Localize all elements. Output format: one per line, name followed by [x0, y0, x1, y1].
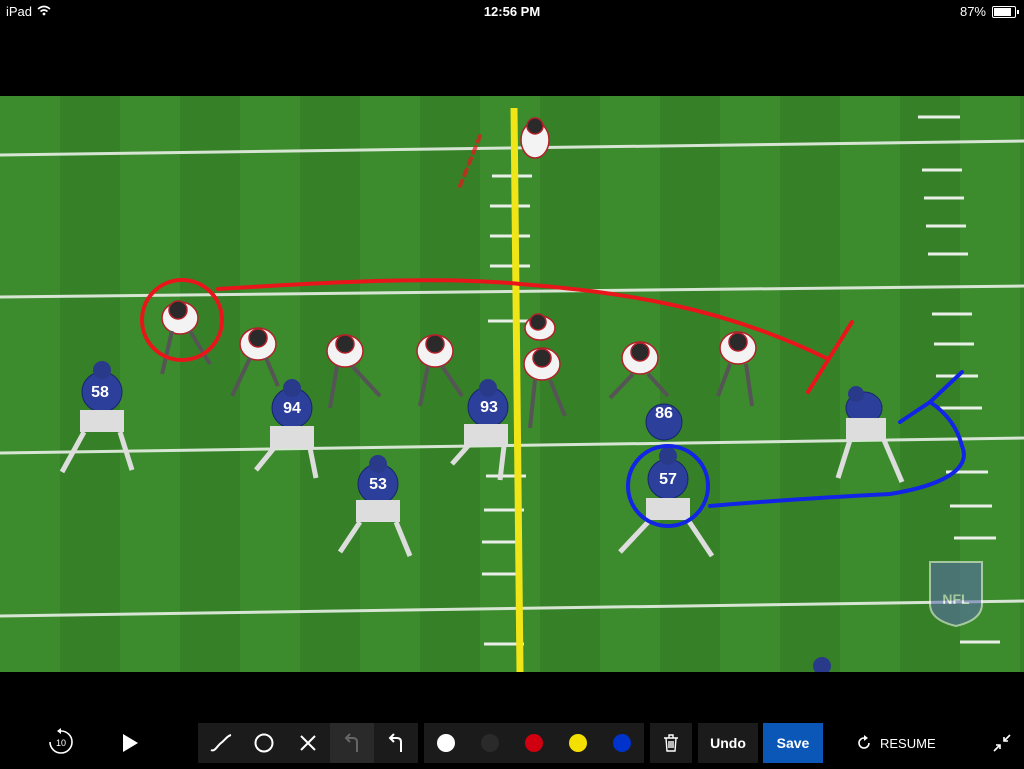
jersey-number: 94 [283, 400, 301, 417]
video-frame[interactable]: 58 94 93 53 57 86 NFL [0, 96, 1024, 672]
color-white-button[interactable] [424, 723, 468, 763]
color-swatch [481, 734, 499, 752]
undo-arrow-icon [388, 733, 402, 752]
svg-text:NFL: NFL [942, 591, 970, 607]
clock: 12:56 PM [483, 4, 541, 19]
color-swatch [437, 734, 455, 752]
refresh-icon [858, 735, 870, 749]
color-yellow-button[interactable] [556, 723, 600, 763]
circle-icon [254, 733, 274, 753]
return-arrow-icon [344, 733, 358, 752]
svg-text:10: 10 [56, 738, 66, 748]
arrow-tool-button[interactable] [330, 723, 374, 763]
color-swatch [569, 734, 587, 752]
circle-tool-button[interactable] [242, 723, 286, 763]
resume-button[interactable]: RESUME [856, 723, 936, 763]
play-icon [123, 734, 138, 752]
undo-arrow-tool-button[interactable] [374, 723, 418, 763]
jersey-number: 57 [659, 471, 677, 488]
rewind-10-button[interactable]: 10 [44, 725, 78, 759]
freehand-tool-button[interactable] [199, 723, 243, 763]
x-tool-button[interactable] [286, 723, 330, 763]
collapse-icon [993, 734, 1011, 752]
color-swatch [525, 734, 543, 752]
battery-percent: 87% [959, 4, 986, 19]
resume-label: RESUME [880, 735, 936, 751]
nfl-logo: NFL [929, 561, 983, 628]
save-button[interactable]: Save [763, 723, 823, 763]
jersey-number: 53 [369, 476, 387, 493]
color-blue-button[interactable] [600, 723, 644, 763]
x-icon [300, 735, 316, 751]
clear-button[interactable] [650, 723, 692, 763]
trash-icon [664, 734, 678, 752]
exit-fullscreen-button[interactable] [988, 729, 1016, 757]
battery-icon [992, 5, 1019, 18]
telestrator-toolbar: 10 Undo Save RESUME [0, 715, 1024, 769]
color-red-button[interactable] [512, 723, 556, 763]
play-button[interactable] [116, 729, 144, 757]
field-svg: 58 94 93 53 57 86 NFL [0, 96, 1024, 672]
rewind-icon: 10 [49, 728, 73, 754]
jersey-number: 93 [480, 399, 498, 416]
color-swatch [613, 734, 631, 752]
squiggle-icon [210, 734, 232, 752]
jersey-number: 86 [655, 405, 673, 422]
color-black-button[interactable] [468, 723, 512, 763]
status-bar: iPad 12:56 PM 87% [0, 0, 1024, 22]
undo-button[interactable]: Undo [698, 723, 758, 763]
jersey-number: 58 [91, 384, 109, 401]
